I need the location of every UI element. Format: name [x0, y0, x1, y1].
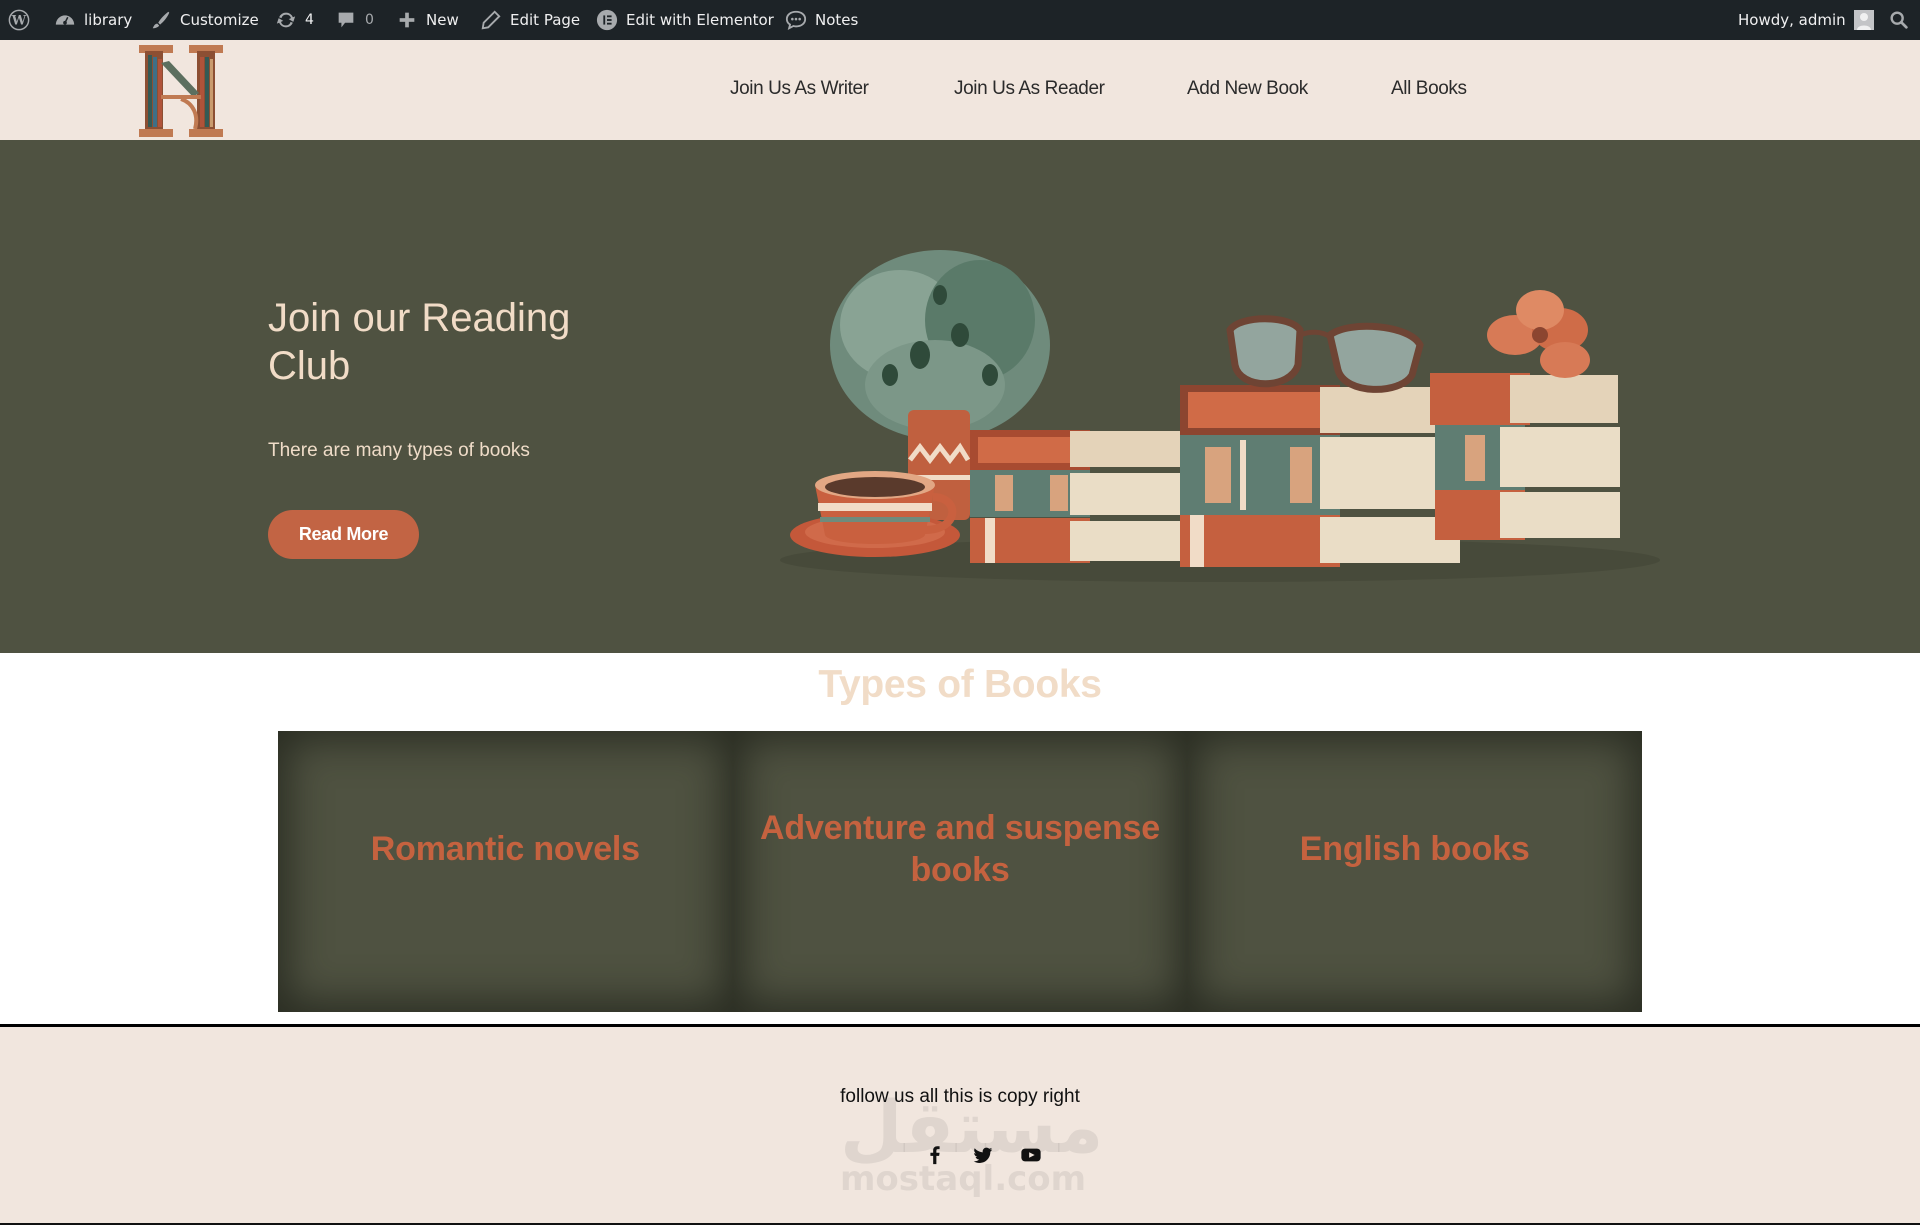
- nav-add-new-book[interactable]: Add New Book: [1187, 78, 1308, 100]
- nav-all-books[interactable]: All Books: [1391, 78, 1467, 100]
- facebook-link[interactable]: [922, 1142, 948, 1168]
- book-type-card-english[interactable]: English books: [1187, 731, 1643, 1012]
- notes-label: Notes: [815, 11, 859, 29]
- twitter-link[interactable]: [970, 1142, 996, 1168]
- glasses-icon: [1226, 315, 1424, 393]
- bookshelf-h-logo-icon: [139, 45, 223, 137]
- read-more-button[interactable]: Read More: [268, 510, 419, 559]
- plus-icon: [396, 9, 418, 31]
- comments-link[interactable]: 0: [335, 0, 374, 40]
- new-content-menu[interactable]: New: [396, 0, 459, 40]
- customize-link[interactable]: Customize: [150, 0, 259, 40]
- site-footer: مستقل mostaql.com follow us all this is …: [0, 1027, 1920, 1223]
- pencil-icon: [480, 9, 502, 31]
- search-icon: [1888, 9, 1910, 31]
- comment-icon: [335, 9, 357, 31]
- hero-illustration: [780, 250, 1660, 582]
- nav-join-reader[interactable]: Join Us As Reader: [954, 78, 1105, 100]
- edit-page-link[interactable]: Edit Page: [480, 0, 580, 40]
- speech-bubble-icon: [785, 9, 807, 31]
- facebook-icon: [930, 1146, 940, 1165]
- footer-text: follow us all this is copy right: [840, 1086, 1080, 1107]
- site-name-label: library: [84, 11, 133, 29]
- howdy-label: Howdy, admin: [1738, 11, 1846, 29]
- svg-text:W: W: [11, 14, 27, 29]
- book-stack-right-icon: [1430, 373, 1620, 540]
- updates-count: 4: [305, 12, 314, 28]
- dashboard-icon: [54, 9, 76, 31]
- watermark-english: mostaql.com: [840, 1159, 1087, 1199]
- search-button[interactable]: [1888, 0, 1910, 40]
- customize-label: Customize: [180, 11, 259, 29]
- youtube-link[interactable]: [1018, 1142, 1044, 1168]
- site-logo[interactable]: [137, 43, 227, 139]
- admin-bar: W library Customize 4 0 New Edit Page Ed…: [0, 0, 1920, 40]
- wordpress-icon: W: [8, 9, 30, 31]
- flower-icon: [1487, 290, 1590, 378]
- wp-logo-menu[interactable]: W: [8, 0, 30, 40]
- hero-section: Join our Reading Club There are many typ…: [0, 140, 1920, 653]
- book-type-label: English books: [1299, 830, 1530, 868]
- book-stack-middle-icon: [1180, 385, 1460, 567]
- types-section-title: Types of Books: [818, 663, 1102, 706]
- book-type-card-romantic[interactable]: Romantic novels: [278, 731, 733, 1012]
- nav-join-writer[interactable]: Join Us As Writer: [730, 78, 869, 100]
- book-type-label: Adventure and suspense books: [760, 809, 1160, 889]
- book-type-label: Romantic novels: [370, 830, 640, 868]
- paintbrush-icon: [150, 9, 172, 31]
- youtube-icon: [1021, 1148, 1041, 1162]
- book-type-card-adventure[interactable]: Adventure and suspense books: [732, 731, 1188, 1012]
- twitter-icon: [973, 1147, 993, 1163]
- avatar: [1853, 10, 1874, 30]
- book-types-grid: Romantic novels Adventure and suspense b…: [278, 731, 1643, 1012]
- updates-icon: [275, 9, 297, 31]
- new-label: New: [426, 11, 459, 29]
- edit-with-elementor-link[interactable]: Edit with Elementor: [596, 0, 774, 40]
- notes-link[interactable]: Notes: [785, 0, 858, 40]
- edit-elementor-label: Edit with Elementor: [626, 11, 774, 29]
- elementor-icon: [596, 9, 618, 31]
- book-stack-small-icon: [970, 430, 1180, 563]
- site-name-menu[interactable]: library: [54, 0, 132, 40]
- site-header: Join Us As Writer Join Us As Reader Add …: [0, 40, 1920, 140]
- hero-subtitle: There are many types of books: [268, 440, 530, 461]
- updates-link[interactable]: 4: [275, 0, 314, 40]
- edit-page-label: Edit Page: [510, 11, 581, 29]
- hero-title: Join our Reading Club: [268, 296, 571, 388]
- comments-count: 0: [365, 12, 374, 28]
- my-account-menu[interactable]: Howdy, admin: [1738, 0, 1874, 40]
